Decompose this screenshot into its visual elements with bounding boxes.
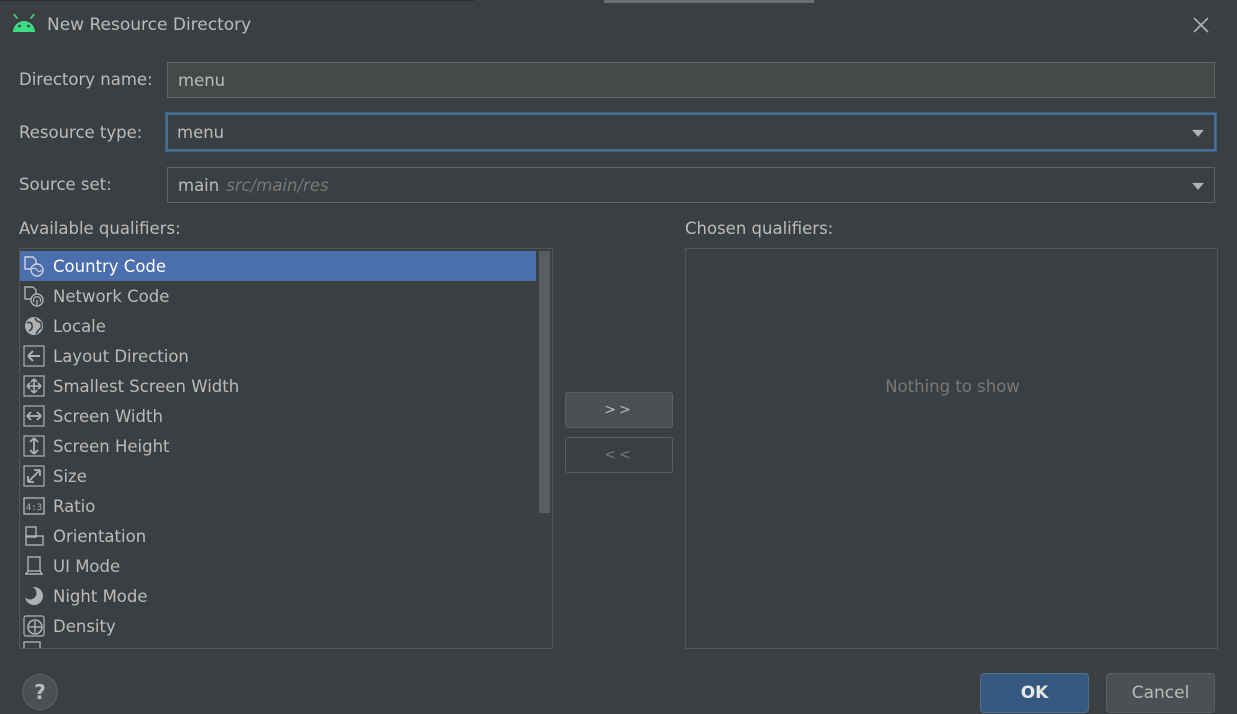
new-resource-directory-dialog: New Resource Directory Directory name: m… (0, 0, 1237, 714)
qualifier-smallest-screen-width[interactable]: Smallest Screen Width (20, 371, 536, 401)
list-item-label: Night Mode (53, 586, 148, 606)
list-item-label: Network Code (53, 286, 170, 306)
list-item-label: Screen Height (53, 436, 170, 456)
list-item-label: Size (53, 466, 87, 486)
list-item-label: Smallest Screen Width (53, 376, 240, 396)
resource-type-value: menu (177, 122, 225, 142)
resource-type-label: Resource type: (19, 123, 143, 142)
qualifier-screen-height[interactable]: Screen Height (20, 431, 536, 461)
horizontal-arrows-icon (23, 405, 45, 427)
list-item-label: Screen Width (53, 406, 163, 426)
source-set-value: main (178, 175, 220, 195)
directory-name-label: Directory name: (19, 70, 153, 89)
dialog-title: New Resource Directory (47, 15, 252, 35)
list-item-label: Ratio (53, 496, 96, 516)
resource-type-dropdown[interactable]: menu (166, 113, 1216, 151)
qualifier-network-code[interactable]: Network Code (20, 281, 536, 311)
directory-name-input[interactable]: menu (167, 62, 1215, 98)
svg-text:4:3: 4:3 (26, 503, 42, 513)
partial-item-icon (23, 641, 41, 648)
density-icon (23, 615, 45, 637)
qualifier-ui-mode[interactable]: UI Mode (20, 551, 536, 581)
directory-name-value: menu (178, 70, 226, 90)
available-qualifiers-label: Available qualifiers: (19, 219, 181, 238)
title-bar: New Resource Directory (0, 0, 1237, 52)
moon-icon (23, 586, 43, 605)
globe-icon (25, 317, 43, 335)
qualifier-locale[interactable]: Locale (20, 311, 536, 341)
qualifier-ratio[interactable]: 4:3 Ratio (20, 491, 536, 521)
list-item-label: Layout Direction (53, 346, 189, 366)
vertical-arrows-icon (23, 435, 45, 457)
scrollbar-thumb[interactable] (539, 251, 550, 513)
list-item-label: Country Code (53, 256, 167, 276)
qualifier-density[interactable]: Density (20, 611, 536, 641)
android-icon (13, 14, 35, 32)
arrow-left-icon (23, 345, 45, 367)
chevron-down-icon (1192, 129, 1204, 137)
qualifier-layout-direction[interactable]: Layout Direction (20, 341, 536, 371)
list-item-label: Density (53, 616, 116, 636)
chevron-down-icon (1192, 182, 1204, 190)
cancel-button[interactable]: Cancel (1106, 673, 1215, 713)
empty-state-text: Nothing to show (885, 377, 1020, 396)
move-arrows-icon (23, 375, 45, 397)
chosen-qualifiers-label: Chosen qualifiers: (685, 219, 834, 238)
close-icon[interactable] (1188, 12, 1214, 38)
qualifier-orientation[interactable]: Orientation (20, 521, 536, 551)
list-item-label: Orientation (53, 526, 147, 546)
network-code-icon (24, 286, 44, 307)
source-set-path: src/main/res (226, 175, 329, 195)
list-item-label: UI Mode (53, 556, 121, 576)
list-item-partial[interactable] (20, 641, 536, 648)
add-qualifier-button[interactable]: >> (565, 392, 673, 428)
ratio-icon: 4:3 (23, 497, 45, 515)
diagonal-resize-icon (23, 465, 45, 487)
orientation-icon (25, 526, 44, 546)
qualifier-night-mode[interactable]: Night Mode (20, 581, 536, 611)
source-set-label: Source set: (19, 175, 112, 194)
country-code-icon (24, 256, 44, 277)
chosen-qualifiers-list[interactable]: Nothing to show (685, 248, 1218, 649)
remove-qualifier-button[interactable]: << (565, 437, 673, 473)
source-set-dropdown[interactable]: main src/main/res (167, 167, 1215, 203)
qualifier-country-code[interactable]: Country Code (20, 251, 536, 281)
qualifier-size[interactable]: Size (20, 461, 536, 491)
ok-button[interactable]: OK (980, 673, 1089, 713)
qualifier-screen-width[interactable]: Screen Width (20, 401, 536, 431)
help-button[interactable]: ? (22, 674, 58, 710)
list-item-label: Locale (53, 316, 106, 336)
ui-mode-icon (25, 556, 43, 575)
available-qualifiers-list[interactable]: Country Code Network Code Locale Layout … (19, 248, 553, 649)
